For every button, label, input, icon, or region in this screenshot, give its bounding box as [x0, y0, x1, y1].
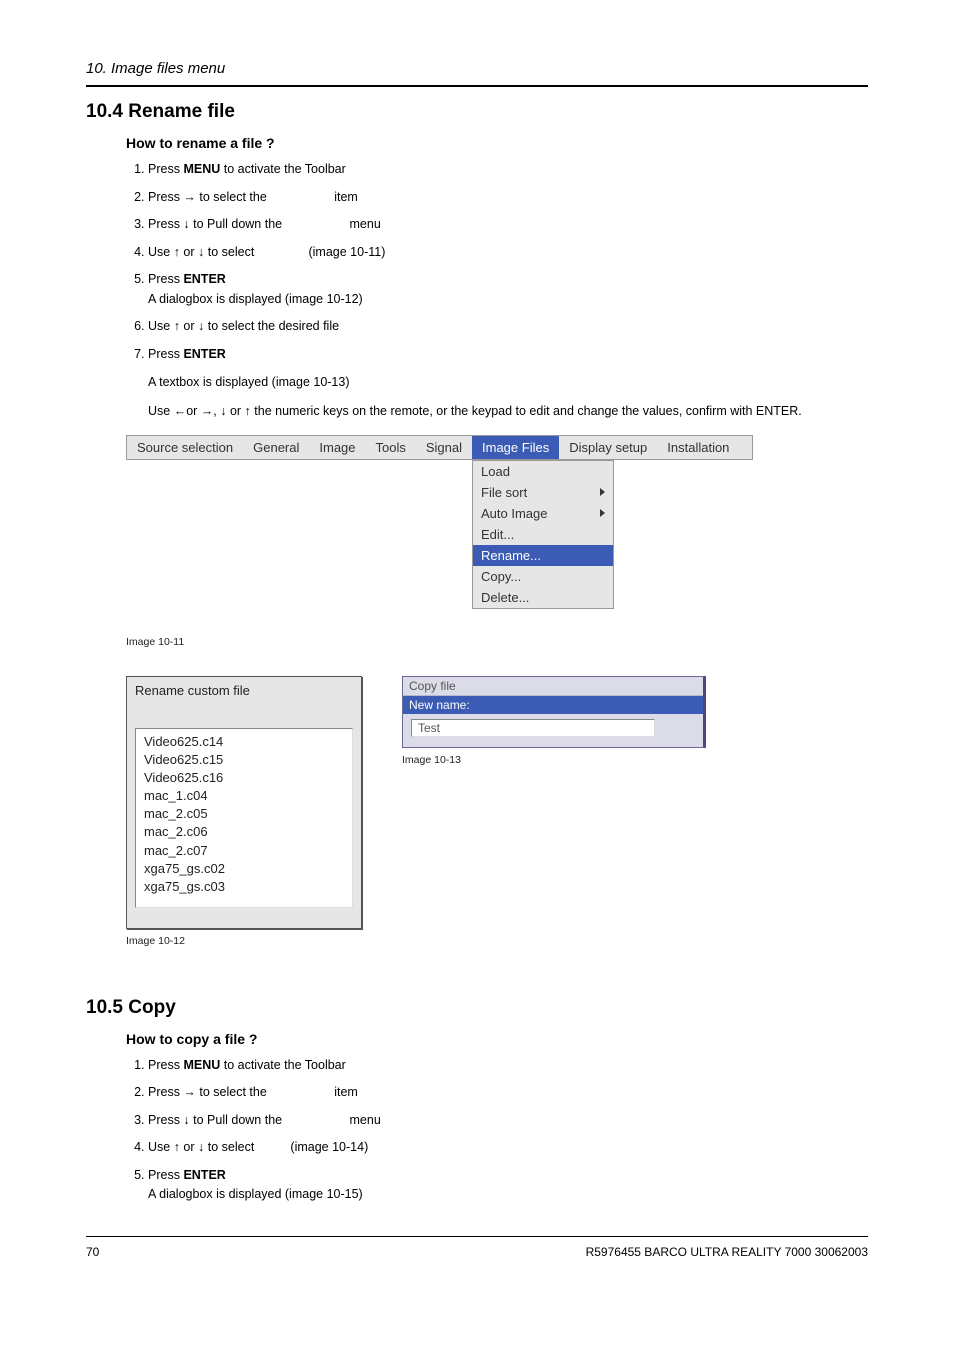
doc-id: R5976455 BARCO ULTRA REALITY 7000 300620… [586, 1245, 868, 1259]
submenu-arrow-icon [600, 509, 605, 517]
menu-item-installation[interactable]: Installation [657, 436, 739, 459]
menu-item-signal[interactable]: Signal [416, 436, 472, 459]
dropdown-item-copy[interactable]: Copy... [473, 566, 613, 587]
dropdown-item-auto-image[interactable]: Auto Image [473, 503, 613, 524]
menu-item-general[interactable]: General [243, 436, 309, 459]
figure-10-11: Source selectionGeneralImageToolsSignalI… [126, 435, 868, 630]
step-item: Press ENTER [148, 346, 868, 364]
caption-10-11: Image 10-11 [126, 636, 868, 648]
subheading-rename: How to rename a file ? [86, 135, 868, 151]
dropdown-item-load[interactable]: Load [473, 461, 613, 482]
toolbar-menubar: Source selectionGeneralImageToolsSignalI… [126, 435, 753, 460]
file-list-item[interactable]: mac_2.c05 [144, 805, 344, 823]
figure-10-13-wrap: Copy file New name: Test Image 10-13 [402, 676, 868, 947]
file-list-item[interactable]: mac_1.c04 [144, 787, 344, 805]
page-number: 70 [86, 1245, 99, 1259]
footer: 70 R5976455 BARCO ULTRA REALITY 7000 300… [86, 1230, 868, 1259]
file-listbox[interactable]: Video625.c14Video625.c15Video625.c16mac_… [135, 728, 353, 908]
menu-item-source-selection[interactable]: Source selection [127, 436, 243, 459]
step-item: Press MENU to activate the Toolbar [148, 1057, 868, 1075]
dropdown-item-file-sort[interactable]: File sort [473, 482, 613, 503]
file-list-item[interactable]: Video625.c16 [144, 769, 344, 787]
step-item: Use ↑ or ↓ to select Rename (image 10-11… [148, 244, 868, 262]
tail-text-1: A textbox is displayed (image 10-13) [148, 373, 868, 392]
dropdown-item-delete[interactable]: Delete... [473, 587, 613, 608]
divider [86, 85, 868, 87]
steps-copy: Press MENU to activate the Toolbar Press … [126, 1057, 868, 1204]
step-item: Press MENU to activate the Toolbar [148, 161, 868, 179]
chapter-header: 10. Image files menu [86, 60, 868, 77]
file-list-item[interactable]: xga75_gs.c03 [144, 878, 344, 896]
caption-10-13: Image 10-13 [402, 754, 868, 766]
step-item: Press ↓ to Pull down the Image files men… [148, 1112, 868, 1130]
dropdown-item-rename[interactable]: Rename... [473, 545, 613, 566]
file-list-item[interactable]: Video625.c15 [144, 751, 344, 769]
figure-10-12-wrap: Rename custom file Video625.c14Video625.… [126, 676, 362, 947]
menu-item-image[interactable]: Image [309, 436, 365, 459]
rename-dialog-title: Rename custom file [135, 681, 353, 698]
section-heading-10-5: 10.5 Copy [86, 997, 868, 1019]
step-item: Press ↓ to Pull down the Image files men… [148, 216, 868, 234]
image-files-dropdown: LoadFile sortAuto ImageEdit...Rename...C… [472, 460, 614, 609]
file-list-item[interactable]: mac_2.c07 [144, 842, 344, 860]
copyfile-dialog: Copy file New name: Test [402, 676, 706, 748]
steps-rename: Press MENU to activate the Toolbar Press … [126, 161, 868, 363]
menu-item-tools[interactable]: Tools [366, 436, 416, 459]
step-item: Use ↑ or ↓ to select Copy (image 10-14) [148, 1139, 868, 1157]
step-item: Press → to select the Image files item [148, 189, 868, 207]
tail-text-2: Use ←or →, ↓ or ↑ the numeric keys on th… [148, 402, 868, 421]
rename-dialog: Rename custom file Video625.c14Video625.… [126, 676, 362, 929]
copyfile-dialog-title: Copy file [403, 677, 703, 696]
section-heading-10-4: 10.4 Rename file [86, 101, 868, 123]
step-item: Use ↑ or ↓ to select the desired file [148, 318, 868, 336]
footer-divider [86, 1236, 868, 1237]
subheading-copy: How to copy a file ? [86, 1031, 868, 1047]
step-item: Press ENTERA dialogbox is displayed (ima… [148, 271, 868, 308]
file-list-item[interactable]: mac_2.c06 [144, 823, 344, 841]
dropdown-item-edit[interactable]: Edit... [473, 524, 613, 545]
file-list-item[interactable]: Video625.c14 [144, 733, 344, 751]
caption-10-12: Image 10-12 [126, 935, 362, 947]
menu-item-display-setup[interactable]: Display setup [559, 436, 657, 459]
submenu-arrow-icon [600, 488, 605, 496]
newname-input[interactable]: Test [411, 719, 655, 737]
step-item: Press ENTERA dialogbox is displayed (ima… [148, 1167, 868, 1204]
step-item: Press → to select the Image files item [148, 1084, 868, 1102]
menu-item-image-files[interactable]: Image Files [472, 436, 559, 459]
file-list-item[interactable]: xga75_gs.c02 [144, 860, 344, 878]
newname-label: New name: [403, 696, 703, 714]
